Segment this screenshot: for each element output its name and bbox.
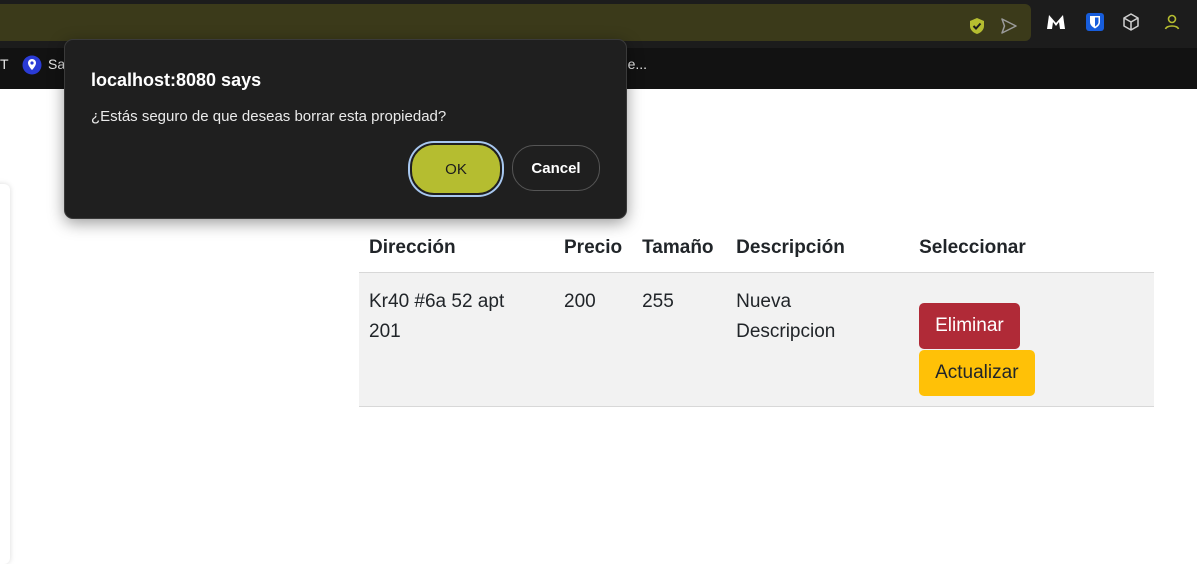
- bookmark-item[interactable]: T: [0, 56, 9, 72]
- column-header-precio: Precio: [554, 224, 633, 273]
- properties-table: Dirección Precio Tamaño Descripción Sele…: [359, 224, 1154, 407]
- delete-button[interactable]: Eliminar: [919, 303, 1020, 349]
- cell-precio: 200: [554, 272, 633, 407]
- bookmark-item[interactable]: Sa: [48, 56, 65, 72]
- confirm-dialog: localhost:8080 says ¿Estás seguro de que…: [64, 39, 627, 219]
- column-header-seleccionar: Seleccionar: [909, 224, 1154, 273]
- cell-descripcion: Nueva Descripcion: [726, 272, 910, 407]
- side-panel: [0, 184, 10, 564]
- cell-actions: Eliminar Actualizar: [909, 272, 1154, 407]
- column-header-direccion: Dirección: [359, 224, 554, 273]
- table-header-row: Dirección Precio Tamaño Descripción Sele…: [359, 224, 1154, 273]
- update-button[interactable]: Actualizar: [919, 350, 1035, 396]
- address-bar[interactable]: [0, 4, 1031, 41]
- ok-button[interactable]: OK: [410, 143, 502, 195]
- profile-icon[interactable]: [1162, 12, 1182, 32]
- cancel-button[interactable]: Cancel: [512, 145, 600, 191]
- bitwarden-icon[interactable]: [1085, 12, 1105, 32]
- dialog-title: localhost:8080 says: [91, 70, 262, 90]
- send-icon[interactable]: [1000, 17, 1018, 35]
- dialog-message: ¿Estás seguro de que deseas borrar esta …: [91, 108, 447, 125]
- column-header-tamano: Tamaño: [632, 224, 727, 273]
- malwarebytes-icon[interactable]: [1046, 12, 1066, 32]
- cube-icon[interactable]: [1121, 12, 1141, 32]
- cell-direccion: Kr40 #6a 52 apt 201: [359, 272, 554, 407]
- location-pin-icon[interactable]: [22, 55, 42, 75]
- shield-check-icon[interactable]: [968, 17, 986, 35]
- table-row: Kr40 #6a 52 apt 201 200 255 Nueva Descri…: [359, 272, 1154, 407]
- column-header-descripcion: Descripción: [726, 224, 910, 273]
- cell-tamano: 255: [632, 272, 727, 407]
